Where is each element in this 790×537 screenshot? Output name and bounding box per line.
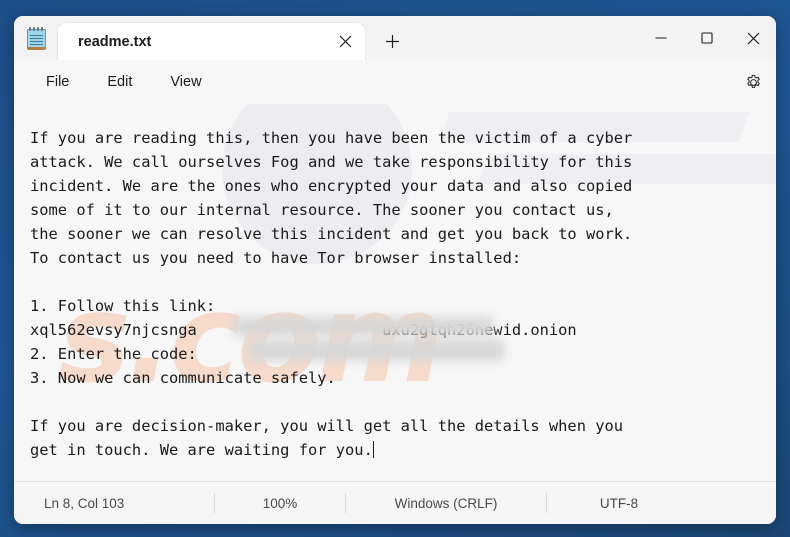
gear-icon[interactable] [736,67,770,97]
status-cursor-position[interactable]: Ln 8, Col 103 [14,493,215,513]
status-encoding[interactable]: UTF-8 [547,493,691,513]
status-bar: Ln 8, Col 103 100% Windows (CRLF) UTF-8 [14,481,776,524]
tab-title: readme.txt [78,33,152,50]
notepad-icon [14,16,58,60]
menu-bar: File Edit View [14,60,776,104]
menu-item-file[interactable]: File [32,68,83,96]
notepad-window: s.com readme.txt File Edit View If you a… [14,16,776,524]
status-zoom-level[interactable]: 100% [215,493,346,513]
redacted-code-value [248,340,504,361]
desktop-background: s.com readme.txt File Edit View If you a… [0,0,790,537]
window-caption-buttons [638,16,776,60]
new-tab-button[interactable] [371,23,413,60]
document-text[interactable]: If you are reading this, then you have b… [14,104,776,481]
menu-item-edit[interactable]: Edit [93,68,146,96]
menu-item-view[interactable]: View [156,68,215,96]
redacted-onion-middle [233,317,493,336]
maximize-icon[interactable] [684,16,730,60]
status-line-ending[interactable]: Windows (CRLF) [346,493,547,513]
text-caret [372,441,374,458]
minimize-icon[interactable] [638,16,684,60]
close-icon[interactable] [730,16,776,60]
tab-readme-txt[interactable]: readme.txt [58,23,365,60]
text-editor-area[interactable]: If you are reading this, then you have b… [14,104,776,481]
title-bar: readme.txt [14,16,776,60]
tab-strip: readme.txt [58,16,413,60]
close-icon[interactable] [331,28,359,56]
